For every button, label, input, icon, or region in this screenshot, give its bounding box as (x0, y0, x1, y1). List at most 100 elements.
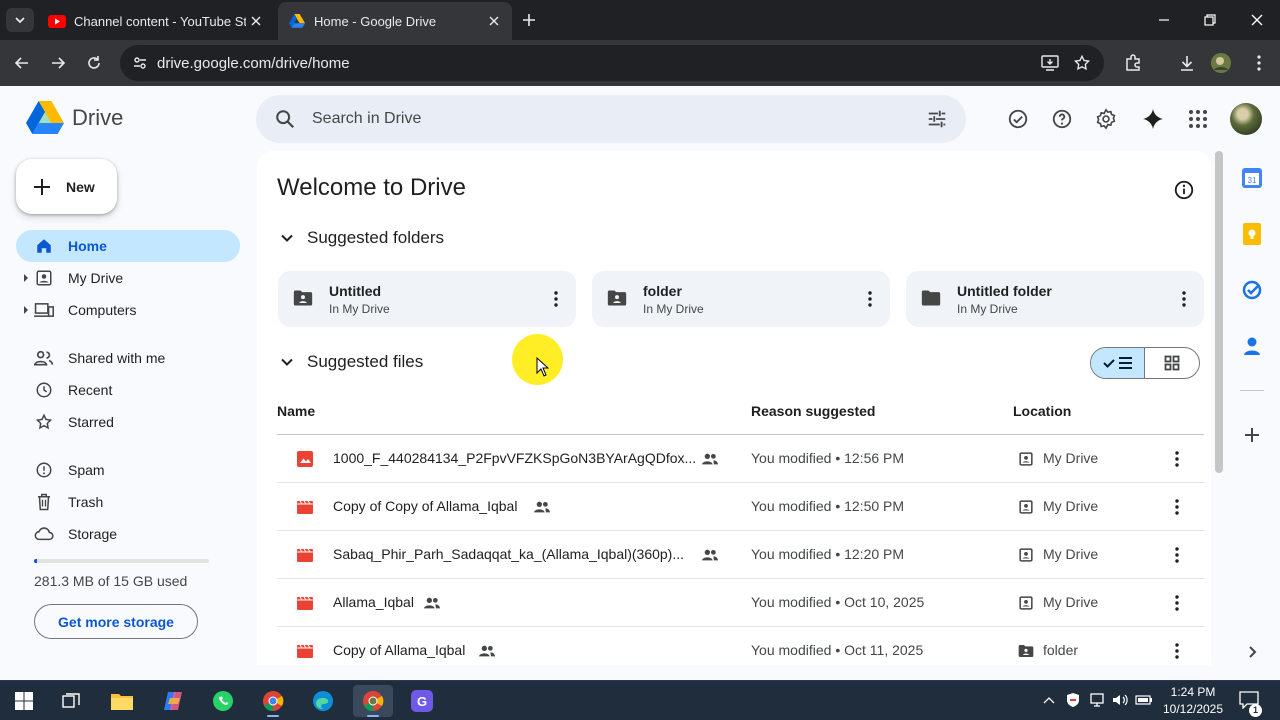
chevron-up-icon[interactable] (1040, 691, 1058, 709)
search-input[interactable]: Search in Drive (312, 110, 421, 128)
search-bar[interactable]: Search in Drive (256, 95, 966, 143)
folder-card[interactable]: Untitled In My Drive (278, 271, 576, 327)
file-location: My Drive (1043, 546, 1099, 562)
suggested-files-header[interactable]: Suggested files (277, 352, 423, 372)
chrome-icon[interactable] (253, 685, 293, 717)
tab-google-drive[interactable]: Home - Google Drive (278, 2, 512, 40)
battery-icon[interactable] (1135, 691, 1153, 709)
google-apps-icon[interactable] (1186, 107, 1210, 131)
sidebar-item-recent[interactable]: Recent (16, 374, 240, 406)
whatsapp-icon[interactable] (203, 685, 243, 717)
windows-start-icon[interactable] (4, 685, 44, 717)
tab-search-button[interactable] (6, 8, 34, 32)
calendar-icon[interactable]: 31 (1240, 166, 1264, 190)
info-icon[interactable] (1173, 179, 1195, 201)
add-addon-icon[interactable] (1240, 423, 1264, 447)
restore-icon[interactable] (1202, 12, 1218, 28)
close-tab-icon[interactable] (248, 13, 264, 29)
more-options-icon[interactable] (860, 289, 880, 309)
divider (1240, 390, 1264, 391)
chevron-down-icon[interactable] (277, 352, 297, 372)
more-options-icon[interactable] (1167, 593, 1187, 613)
chrome-active-icon[interactable] (353, 685, 393, 717)
table-row[interactable]: Copy of Copy of Allama_Iqbal You modifie… (277, 483, 1204, 531)
settings-gear-icon[interactable] (1094, 107, 1118, 131)
tab-title: Channel content - YouTube Stu (74, 13, 246, 29)
main-scrollbar[interactable] (1215, 151, 1223, 473)
sidebar-item-storage[interactable]: Storage (16, 518, 240, 550)
edge-icon[interactable] (303, 685, 343, 717)
tasks-icon[interactable] (1240, 278, 1264, 302)
chevron-down-icon[interactable] (277, 228, 297, 248)
shared-folder-icon (293, 289, 313, 307)
clock[interactable]: 1:24 PM 10/12/2025 (1158, 684, 1228, 718)
sidebar-item-shared-with-me[interactable]: Shared with me (16, 342, 240, 374)
reason-suggested: You modified • Oct 11, 2025 (751, 642, 924, 658)
ready-for-offline-icon[interactable] (1006, 107, 1030, 131)
sidebar-item-label: Trash (68, 494, 104, 510)
table-row[interactable]: 1000_F_440284134_P2FpvVFZKSpGoN3BYArAgQD… (277, 435, 1204, 483)
new-tab-icon[interactable] (520, 11, 538, 29)
expand-arrow-icon[interactable] (24, 306, 28, 314)
drive-logo[interactable]: Drive (26, 101, 123, 135)
more-options-icon[interactable] (1167, 497, 1187, 517)
folder-card[interactable]: folder In My Drive (592, 271, 890, 327)
address-bar[interactable]: drive.google.com/drive/home (120, 45, 1104, 81)
tab-youtube-studio[interactable]: Channel content - YouTube Stu (38, 2, 274, 40)
close-tab-icon[interactable] (486, 13, 502, 29)
more-options-icon[interactable] (1174, 289, 1194, 309)
chevron-right-icon[interactable] (1240, 640, 1264, 664)
my-drive-icon (1017, 546, 1035, 564)
keep-icon[interactable] (1240, 222, 1264, 246)
search-options-icon[interactable] (926, 108, 948, 130)
task-view-icon[interactable] (51, 685, 91, 717)
list-view-button[interactable] (1091, 348, 1146, 378)
table-row[interactable]: Allama_Iqbal You modified • Oct 10, 2025… (277, 579, 1204, 627)
bookmark-star-icon[interactable] (1072, 53, 1092, 73)
search-icon[interactable] (274, 108, 296, 130)
table-row[interactable]: Sabaq_Phir_Parh_Sadaqqat_ka_(Allama_Iqba… (277, 531, 1204, 579)
suggested-folders-header[interactable]: Suggested folders (277, 228, 444, 248)
folder-card[interactable]: Untitled folder In My Drive (906, 271, 1204, 327)
file-explorer-icon[interactable] (102, 685, 142, 717)
expand-arrow-icon[interactable] (24, 274, 28, 282)
profile-avatar[interactable] (1211, 53, 1231, 73)
more-options-icon[interactable] (546, 289, 566, 309)
install-app-icon[interactable] (1040, 53, 1060, 73)
sidebar-item-trash[interactable]: Trash (16, 486, 240, 518)
sidebar-item-my-drive[interactable]: My Drive (16, 262, 240, 294)
more-options-icon[interactable] (1167, 545, 1187, 565)
reload-icon[interactable] (84, 53, 104, 73)
section-title: Suggested folders (307, 228, 445, 247)
close-window-icon[interactable] (1249, 12, 1265, 28)
volume-icon[interactable] (1111, 691, 1129, 709)
download-icon[interactable] (1177, 53, 1197, 73)
sidebar-item-home[interactable]: Home (16, 230, 240, 262)
gemini-sparkle-icon[interactable] (1141, 107, 1165, 131)
reason-suggested: You modified • 12:50 PM (751, 498, 905, 514)
get-more-storage-button[interactable]: Get more storage (34, 604, 198, 639)
account-avatar[interactable] (1230, 103, 1262, 135)
view-toggle[interactable] (1090, 347, 1200, 379)
security-shield-icon[interactable] (1064, 691, 1082, 709)
extensions-icon[interactable] (1123, 53, 1143, 73)
app-g-icon[interactable]: G (402, 685, 442, 717)
grid-view-button[interactable] (1145, 348, 1199, 378)
new-button[interactable]: New (16, 159, 117, 214)
more-options-icon[interactable] (1167, 449, 1187, 469)
more-options-icon[interactable] (1167, 641, 1187, 661)
site-info-icon[interactable] (128, 51, 152, 75)
copilot-icon[interactable] (153, 685, 193, 717)
minimize-icon[interactable] (1156, 12, 1172, 28)
table-row[interactable]: Copy of Allama_Iqbal You modified • Oct … (277, 627, 1204, 665)
sidebar-item-spam[interactable]: Spam (16, 454, 240, 486)
column-header-name[interactable]: Name (277, 403, 315, 419)
help-icon[interactable] (1050, 107, 1074, 131)
forward-icon[interactable] (48, 53, 68, 73)
sidebar-item-computers[interactable]: Computers (16, 294, 240, 326)
browser-menu-icon[interactable] (1249, 53, 1269, 73)
back-icon[interactable] (12, 53, 32, 73)
network-icon[interactable] (1088, 691, 1106, 709)
contacts-icon[interactable] (1240, 334, 1264, 358)
sidebar-item-starred[interactable]: Starred (16, 406, 240, 438)
